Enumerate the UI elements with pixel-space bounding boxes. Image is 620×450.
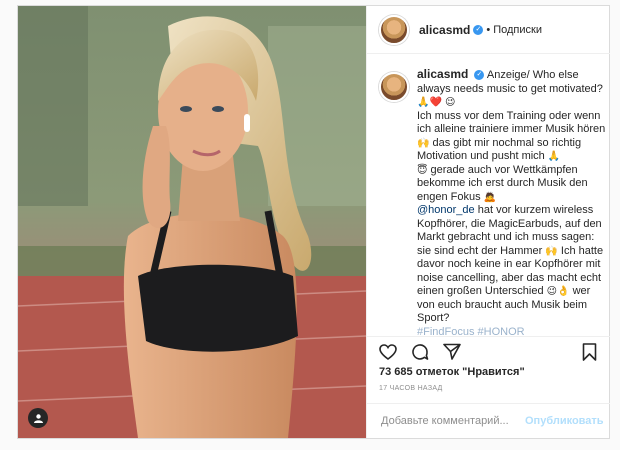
mention-link[interactable]: @honor_de (417, 204, 475, 216)
post-photo[interactable] (18, 6, 366, 438)
verified-badge-icon: ✓ (473, 24, 484, 35)
caption-avatar[interactable] (379, 72, 409, 102)
comments-area[interactable]: alicasmd ✓ Anzeige/ Who else always need… (367, 54, 610, 336)
publish-button[interactable]: Опубликовать (525, 415, 604, 427)
caption-emoji: 😉 (444, 97, 456, 108)
share-icon[interactable] (441, 341, 463, 363)
bookmark-icon[interactable] (578, 341, 600, 363)
caption-emoji: 🙏❤️ (417, 97, 442, 108)
post-header: alicasmd ✓ • Подписки (367, 6, 610, 54)
header-separator: • (486, 23, 491, 36)
action-bar (367, 336, 610, 366)
hashtags-link[interactable]: #FindFocus #HONOR (417, 326, 525, 337)
heart-icon[interactable] (377, 341, 399, 363)
comment-input[interactable] (379, 414, 525, 428)
post-sidebar: alicasmd ✓ • Подписки alicasmd ✓ Anzeige… (366, 6, 610, 438)
caption-emoji: 😉👌 (546, 286, 570, 297)
likes-count[interactable]: 73 685 отметок "Нравится" (379, 366, 525, 378)
user-tag-icon[interactable] (28, 408, 48, 428)
caption-emoji: 😇 (417, 164, 428, 176)
caption-emoji: 🙌 (417, 137, 430, 149)
caption-p3: gerade auch vor Wettkämpfen bekomme ich … (417, 163, 588, 203)
post-card: alicasmd ✓ • Подписки alicasmd ✓ Anzeige… (17, 5, 610, 439)
caption-emoji: 🙇 (483, 191, 497, 203)
header-username[interactable]: alicasmd (419, 23, 470, 37)
verified-badge-icon: ✓ (474, 70, 485, 81)
caption-emoji: 🙏 (547, 151, 561, 162)
follow-button[interactable]: Подписки (493, 24, 542, 36)
caption-username[interactable]: alicasmd (417, 67, 468, 81)
post-timestamp[interactable]: 17 ЧАСОВ НАЗАД (379, 385, 443, 392)
caption-emoji: 🙌 (545, 245, 558, 257)
post-caption: alicasmd ✓ Anzeige/ Who else always need… (417, 67, 607, 337)
caption-p2: Ich muss vor dem Training oder wenn ich … (417, 109, 606, 136)
avatar[interactable] (379, 14, 409, 45)
comment-form: Опубликовать (367, 403, 610, 438)
comment-icon[interactable] (409, 341, 431, 363)
athlete-photo-illustration (18, 6, 366, 438)
